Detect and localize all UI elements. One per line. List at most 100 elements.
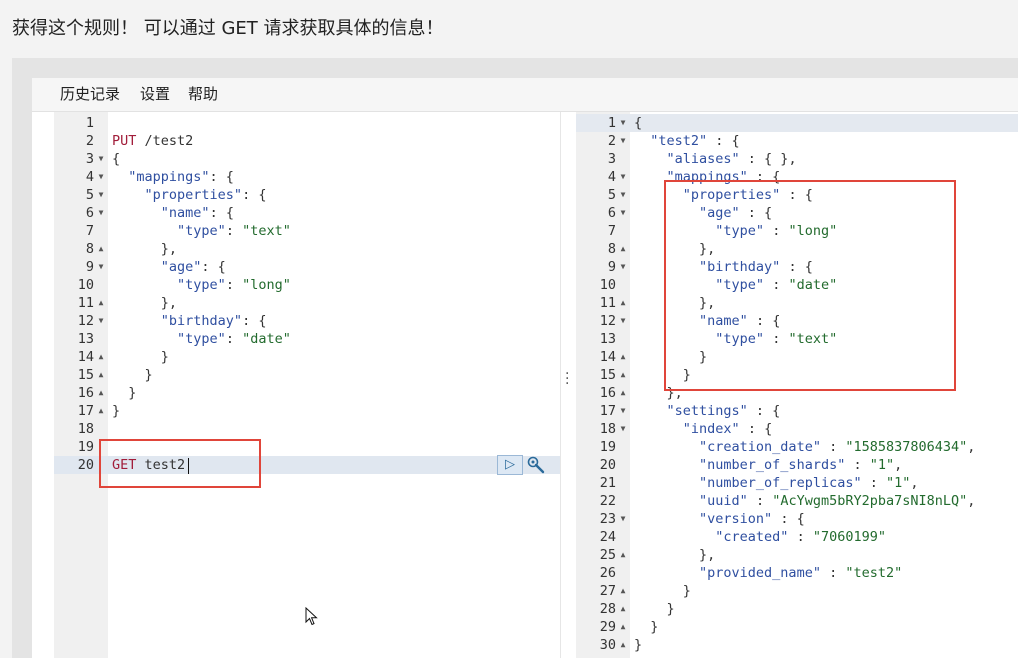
code-line[interactable]: 14 ▲ } <box>54 348 560 366</box>
code-line[interactable]: 26 "provided_name" : "test2" <box>576 564 1018 582</box>
code-line[interactable]: 12 ▼ "birthday": { <box>54 312 560 330</box>
line-number: 27 <box>599 583 616 599</box>
fold-close-icon[interactable]: ▲ <box>618 366 628 384</box>
run-request-button[interactable]: ▷ <box>497 455 523 475</box>
code-text: }, <box>112 240 177 258</box>
code-line[interactable]: 2 ▼ "test2" : { <box>576 132 1018 150</box>
code-line[interactable]: 3 "aliases" : { }, <box>576 150 1018 168</box>
request-editor[interactable]: 1 2 PUT /test2 3 ▼{4 ▼ "mappings": {5 ▼ "prope… <box>54 112 560 658</box>
line-number: 25 <box>599 547 616 563</box>
fold-open-icon[interactable]: ▼ <box>618 402 628 420</box>
fold-open-icon[interactable]: ▼ <box>618 168 628 186</box>
code-line[interactable]: 4 ▼ "mappings": { <box>54 168 560 186</box>
code-line[interactable]: 20 "number_of_shards" : "1", <box>576 456 1018 474</box>
code-token: }, <box>112 241 178 257</box>
code-line[interactable]: 5 ▼ "properties": { <box>54 186 560 204</box>
code-line[interactable]: 29 ▲ } <box>576 618 1018 636</box>
fold-close-icon[interactable]: ▲ <box>618 618 628 636</box>
fold-close-icon[interactable]: ▲ <box>618 384 628 402</box>
fold-open-icon[interactable]: ▼ <box>618 114 628 132</box>
code-token: : { <box>739 421 773 437</box>
fold-close-icon[interactable]: ▲ <box>96 384 106 402</box>
code-line[interactable]: 28 ▲ } <box>576 600 1018 618</box>
code-line[interactable]: 7 "type": "text" <box>54 222 560 240</box>
menu-history[interactable]: 历史记录 <box>60 83 120 104</box>
fold-open-icon[interactable]: ▼ <box>96 186 106 204</box>
code-token: } <box>634 637 643 653</box>
fold-open-icon[interactable]: ▼ <box>618 186 628 204</box>
fold-open-icon[interactable]: ▼ <box>96 204 106 222</box>
code-line[interactable]: 21 "number_of_replicas" : "1", <box>576 474 1018 492</box>
code-text: "age": { <box>112 258 226 276</box>
code-line[interactable]: 18 ▼ "index" : { <box>576 420 1018 438</box>
code-line[interactable]: 1 <box>54 114 560 132</box>
fold-close-icon[interactable]: ▲ <box>618 546 628 564</box>
code-line[interactable]: 30 ▲} <box>576 636 1018 654</box>
code-line[interactable]: 19 "creation_date" : "1585837806434", <box>576 438 1018 456</box>
code-line[interactable]: 1 ▼ { <box>576 114 1018 132</box>
fold-close-icon[interactable]: ▲ <box>96 402 106 420</box>
fold-open-icon[interactable]: ▼ <box>618 132 628 150</box>
fold-open-icon[interactable]: ▼ <box>96 312 106 330</box>
line-number: 8 <box>607 241 616 257</box>
fold-open-icon[interactable]: ▼ <box>96 258 106 276</box>
code-token: } <box>634 583 691 599</box>
code-line[interactable]: 15 ▲ } <box>54 366 560 384</box>
code-line[interactable]: 22 "uuid" : "AcYwgm5bRY2pba7sNI8nLQ", <box>576 492 1018 510</box>
code-line[interactable]: 13 "type": "date" <box>54 330 560 348</box>
code-token: : { }, <box>739 151 797 167</box>
line-number: 1 <box>607 115 616 131</box>
line-number: 5 <box>85 187 94 203</box>
vertical-dots-icon[interactable]: · · · <box>565 367 569 391</box>
fold-close-icon[interactable]: ▲ <box>96 366 106 384</box>
code-line[interactable]: 25 ▲ }, <box>576 546 1018 564</box>
fold-open-icon[interactable]: ▼ <box>618 312 628 330</box>
code-token: { <box>634 115 643 131</box>
code-line[interactable]: 24 "created" : "7060199" <box>576 528 1018 546</box>
code-line[interactable]: 3 ▼ { <box>54 150 560 168</box>
code-line[interactable]: 2 PUT /test2 <box>54 132 560 150</box>
fold-open-icon[interactable]: ▼ <box>618 258 628 276</box>
fold-open-icon[interactable]: ▼ <box>96 168 106 186</box>
line-number: 1 <box>85 115 94 131</box>
fold-close-icon[interactable]: ▲ <box>618 348 628 366</box>
code-line[interactable]: 6 ▼ "name": { <box>54 204 560 222</box>
code-line[interactable]: 9 ▼ "age": { <box>54 258 560 276</box>
fold-close-icon[interactable]: ▲ <box>96 294 106 312</box>
code-line[interactable]: 8 ▲ }, <box>54 240 560 258</box>
code-line[interactable]: 17 ▼ "settings" : { <box>576 402 1018 420</box>
line-number: 29 <box>599 619 616 635</box>
fold-close-icon[interactable]: ▲ <box>96 240 106 258</box>
code-token: "index" <box>682 421 740 437</box>
console-menubar: 历史记录 设置 帮助 <box>32 78 1018 112</box>
menu-help[interactable]: 帮助 <box>188 83 218 104</box>
fold-close-icon[interactable]: ▲ <box>618 582 628 600</box>
fold-close-icon[interactable]: ▲ <box>618 600 628 618</box>
code-token: : <box>788 529 813 545</box>
code-line[interactable]: 18 <box>54 420 560 438</box>
code-token: } <box>112 385 137 401</box>
fold-close-icon[interactable]: ▲ <box>618 294 628 312</box>
code-token: : <box>820 565 846 581</box>
menu-settings[interactable]: 设置 <box>140 83 170 104</box>
code-line[interactable]: 10 "type": "long" <box>54 276 560 294</box>
code-token: : { <box>242 187 267 203</box>
wrench-icon[interactable] <box>526 455 546 475</box>
code-line[interactable]: 11 ▲ }, <box>54 294 560 312</box>
code-token: /test2 <box>136 133 194 149</box>
fold-close-icon[interactable]: ▲ <box>618 636 628 654</box>
code-text: }, <box>634 546 715 564</box>
fold-close-icon[interactable]: ▲ <box>96 348 106 366</box>
line-number: 6 <box>607 205 616 221</box>
fold-close-icon[interactable]: ▲ <box>618 240 628 258</box>
code-line[interactable]: 17 ▲} <box>54 402 560 420</box>
fold-open-icon[interactable]: ▼ <box>618 204 628 222</box>
fold-open-icon[interactable]: ▼ <box>618 420 628 438</box>
code-line[interactable]: 27 ▲ } <box>576 582 1018 600</box>
code-line[interactable]: 16 ▲ } <box>54 384 560 402</box>
code-token: : <box>225 223 243 239</box>
code-line[interactable]: 23 ▼ "version" : { <box>576 510 1018 528</box>
fold-open-icon[interactable]: ▼ <box>618 510 628 528</box>
fold-open-icon[interactable]: ▼ <box>96 150 106 168</box>
